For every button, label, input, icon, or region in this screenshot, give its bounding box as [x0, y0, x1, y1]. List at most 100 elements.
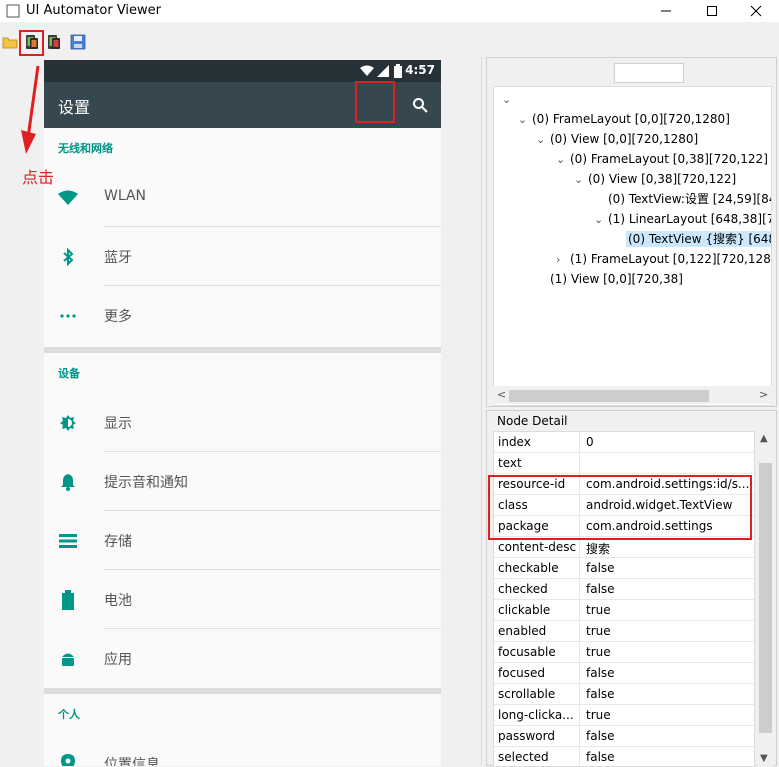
detail-value: true [586, 603, 611, 617]
detail-value: false [586, 750, 615, 764]
node-detail-title: Node Detail [497, 414, 568, 428]
tree-row[interactable]: › (1) FrameLayout [0,122][720,1280] [556, 249, 771, 270]
expand-arrow-icon[interactable]: ⌄ [536, 130, 550, 150]
bluetooth-icon [58, 247, 78, 267]
detail-row[interactable]: scrollable false [494, 684, 754, 705]
detail-value: true [586, 624, 611, 638]
scroll-right-icon[interactable]: > [759, 388, 768, 401]
settings-item-bluetooth[interactable]: 蓝牙 [44, 227, 441, 286]
device-screenshot-compressed-icon[interactable] [46, 34, 62, 50]
detail-row[interactable]: checked false [494, 579, 754, 600]
settings-item-location[interactable]: 位置信息 [44, 734, 441, 766]
scrollbar-thumb[interactable] [509, 390, 709, 402]
detail-row[interactable]: content-desc 搜索 [494, 537, 754, 558]
tree-horizontal-scrollbar[interactable]: < > [493, 386, 772, 404]
detail-key: checkable [498, 561, 559, 575]
tree-row[interactable]: (1) View [0,0][720,38] [536, 269, 683, 289]
search-icon [413, 98, 428, 113]
open-icon[interactable] [2, 34, 18, 50]
detail-row[interactable]: password false [494, 726, 754, 747]
bell-icon [58, 472, 78, 492]
detail-key: index [498, 435, 531, 449]
search-button[interactable] [401, 86, 439, 124]
settings-item-display[interactable]: 显示 [44, 393, 441, 452]
detail-row[interactable]: long-clicka... true [494, 705, 754, 726]
maximize-icon [707, 6, 717, 16]
expand-arrow-icon[interactable]: ⌄ [518, 110, 532, 130]
detail-row[interactable]: checkable false [494, 558, 754, 579]
settings-item-apps[interactable]: 应用 [44, 629, 441, 688]
annotation-arrow-icon [21, 65, 40, 154]
detail-row[interactable]: index 0 [494, 432, 754, 453]
detail-row[interactable]: selected false [494, 747, 754, 766]
detail-key: checked [498, 582, 548, 596]
maximize-button[interactable] [689, 0, 735, 22]
expand-arrow-icon[interactable]: ⌄ [502, 90, 516, 110]
signal-status-icon [377, 65, 389, 77]
section-personal: 个人 位置信息 [44, 694, 441, 766]
detail-vertical-scrollbar[interactable]: ▲ ▼ [757, 431, 774, 767]
expand-arrow-icon[interactable]: › [556, 250, 570, 270]
detail-row[interactable]: text [494, 453, 754, 474]
location-icon [58, 754, 78, 766]
storage-icon [58, 531, 78, 551]
detail-key: focused [498, 666, 546, 680]
section-header: 无线和网络 [58, 142, 113, 155]
settings-item-label: 存储 [104, 534, 132, 550]
status-bar: 4:57 [44, 60, 441, 82]
detail-value: false [586, 561, 615, 575]
minimize-icon [661, 10, 671, 12]
detail-key: scrollable [498, 687, 556, 701]
window-title: UI Automator Viewer [26, 3, 162, 18]
device-screenshot-panel[interactable]: 4:57 设置 无线和网络 WLAN 蓝牙 更多 设备 显示 提示音和通知 存储… [0, 57, 482, 766]
section-wireless: 无线和网络 WLAN 蓝牙 更多 [44, 128, 441, 347]
save-icon[interactable] [70, 34, 86, 50]
settings-item-more[interactable]: 更多 [44, 286, 441, 345]
hierarchy-panel: ⌄ ⌄ (0) FrameLayout [0,0][720,1280] ⌄ (0) … [486, 57, 777, 407]
expand-arrow-icon[interactable]: ⌄ [574, 170, 588, 190]
scroll-left-icon[interactable]: < [497, 388, 506, 401]
detail-value: false [586, 666, 615, 680]
tree-row[interactable]: ⌄ [502, 89, 516, 109]
highlight-box-search [355, 81, 395, 123]
detail-value: 搜索 [586, 542, 611, 556]
detail-value: true [586, 645, 611, 659]
detail-key: long-clicka... [498, 708, 574, 722]
settings-item-sound[interactable]: 提示音和通知 [44, 452, 441, 511]
detail-row[interactable]: clickable true [494, 600, 754, 621]
detail-row[interactable]: focusable true [494, 642, 754, 663]
tree-row[interactable]: (0) TextView:设置 [24,59][84 [594, 189, 771, 209]
tree-row[interactable]: ⌄ (0) View [0,38][720,122] [574, 169, 736, 189]
detail-row[interactable]: focused false [494, 663, 754, 684]
settings-item-label: 应用 [104, 652, 132, 668]
detail-row[interactable]: enabled true [494, 621, 754, 642]
section-device: 设备 显示 提示音和通知 存储 电池 应用 [44, 353, 441, 688]
close-button[interactable] [733, 0, 779, 22]
minimize-button[interactable] [643, 0, 689, 22]
tree-row[interactable]: ⌄ (0) View [0,0][720,1280] [536, 129, 698, 149]
tree-row[interactable]: ⌄ (0) FrameLayout [0,0][720,1280] [518, 109, 730, 129]
settings-item-wlan[interactable]: WLAN [44, 168, 441, 227]
detail-key: enabled [498, 624, 547, 638]
hierarchy-tree[interactable]: ⌄ ⌄ (0) FrameLayout [0,0][720,1280] ⌄ (0) … [493, 86, 772, 406]
settings-item-battery[interactable]: 电池 [44, 570, 441, 629]
section-header: 设备 [58, 367, 80, 380]
detail-key: content-desc [498, 540, 577, 554]
scroll-down-icon[interactable]: ▼ [760, 753, 768, 764]
expand-arrow-icon[interactable]: ⌄ [594, 210, 608, 230]
close-icon [750, 5, 762, 17]
detail-key: text [498, 456, 522, 470]
tree-row-selected[interactable]: (0) TextView {搜索} [648,4 [612, 229, 771, 249]
settings-item-storage[interactable]: 存储 [44, 511, 441, 570]
tree-row[interactable]: ⌄ (1) LinearLayout [648,38][72 [594, 209, 771, 230]
detail-key: selected [498, 750, 549, 764]
tree-row[interactable]: ⌄ (0) FrameLayout [0,38][720,122] [556, 149, 768, 169]
scroll-up-icon[interactable]: ▲ [760, 433, 768, 444]
brightness-icon [58, 413, 78, 433]
scrollbar-thumb[interactable] [759, 463, 772, 733]
phone-screen[interactable]: 4:57 设置 无线和网络 WLAN 蓝牙 更多 设备 显示 提示音和通知 存储… [44, 60, 441, 766]
expand-arrow-icon[interactable]: ⌄ [556, 150, 570, 170]
tree-toolbar-tab[interactable] [614, 63, 684, 83]
app-icon [6, 4, 20, 18]
annotation-click-text: 点击 [22, 168, 55, 187]
